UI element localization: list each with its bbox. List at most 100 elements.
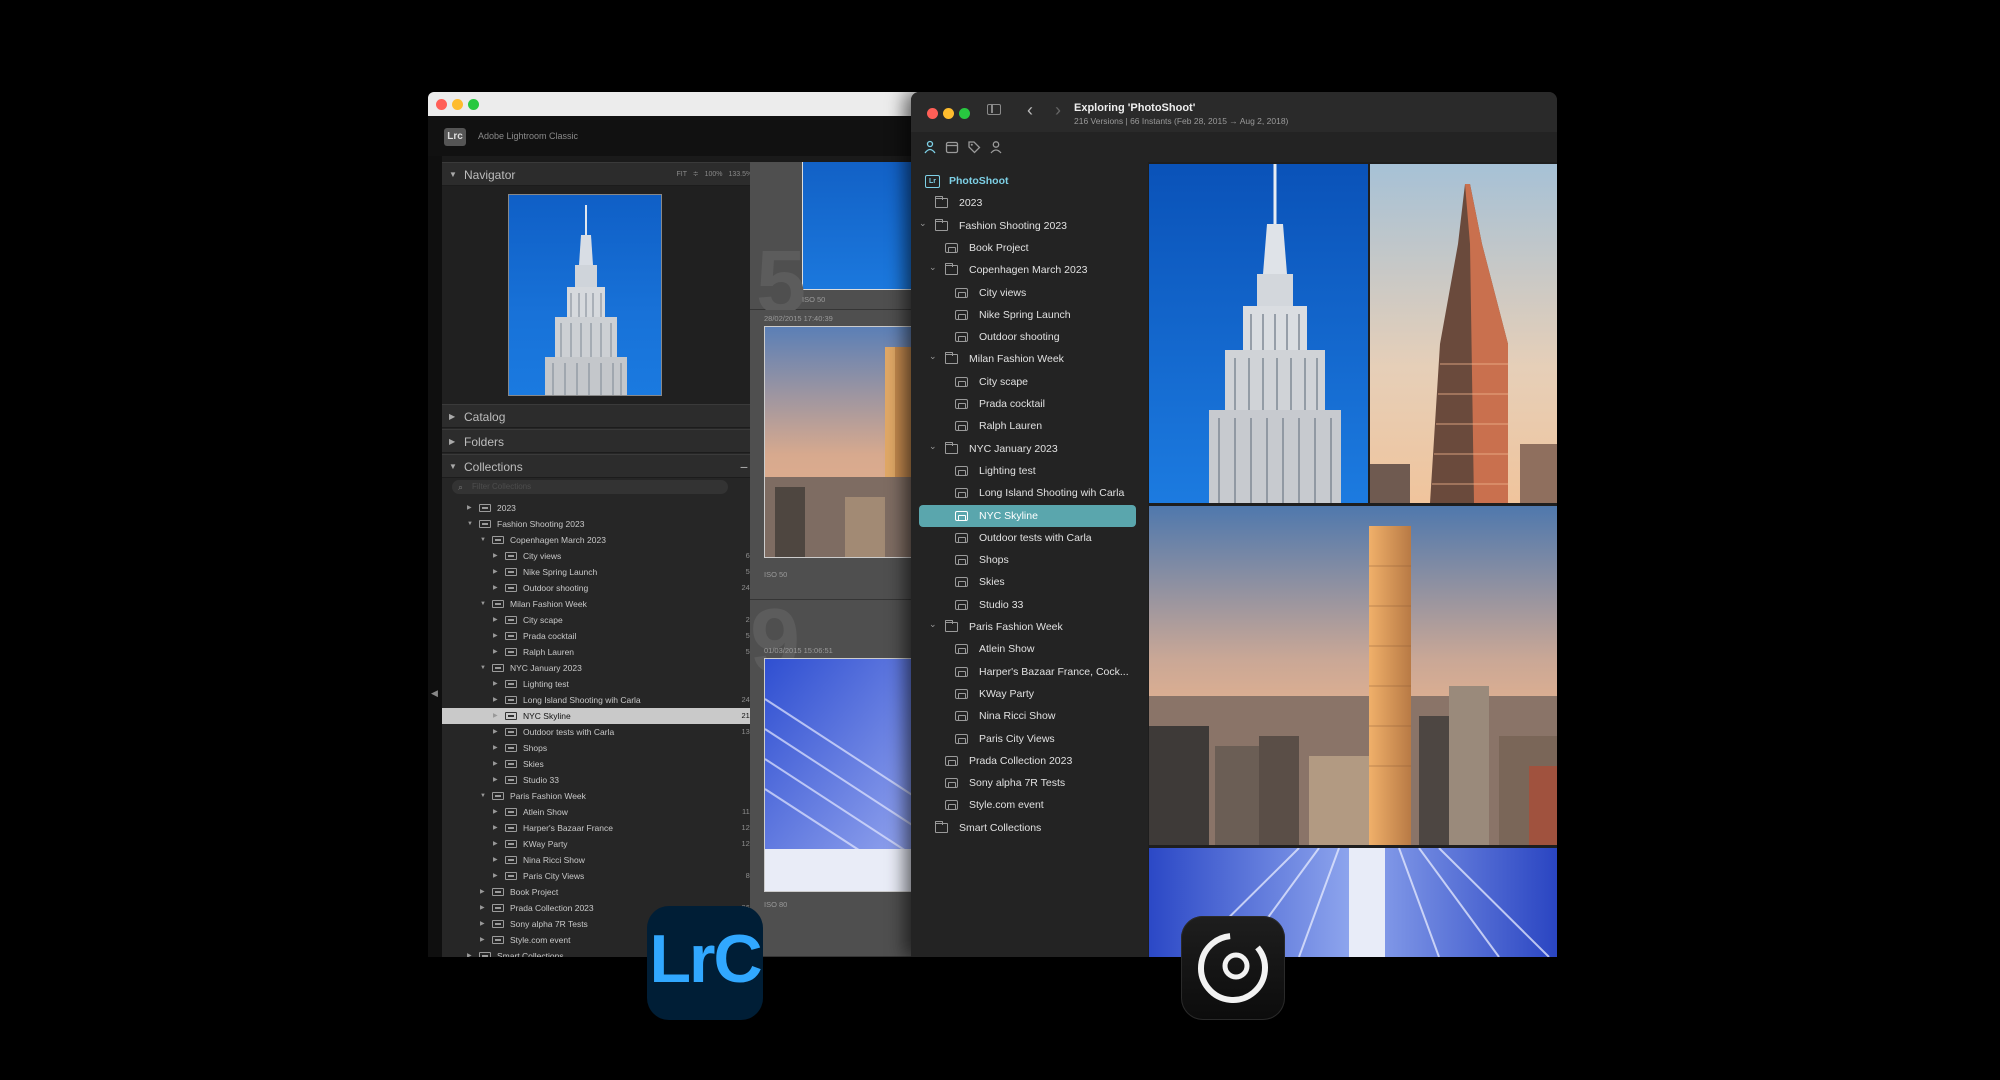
- navigator-preview[interactable]: [442, 186, 772, 404]
- collapsed-triangle-icon[interactable]: ▶: [493, 724, 498, 740]
- collapsed-triangle-icon[interactable]: ▶: [480, 884, 485, 900]
- album-row[interactable]: Ralph Lauren: [911, 415, 1148, 437]
- person-icon[interactable]: [989, 140, 1003, 154]
- album-row[interactable]: Prada cocktail: [911, 393, 1148, 415]
- album-row[interactable]: Smart Collections: [911, 817, 1148, 839]
- collection-row[interactable]: ▶ Long Island Shooting wih Carla 246: [442, 692, 772, 708]
- album-row[interactable]: ⌄ NYC January 2023: [911, 438, 1148, 460]
- collapsed-triangle-icon[interactable]: ▶: [493, 852, 498, 868]
- album-row[interactable]: Outdoor tests with Carla: [911, 527, 1148, 549]
- collection-row[interactable]: ▶Lighting test7: [442, 676, 772, 692]
- collection-row[interactable]: ▶Ralph Lauren51: [442, 644, 772, 660]
- album-row[interactable]: Sony alpha 7R Tests: [911, 772, 1148, 794]
- remove-collection-icon[interactable]: −: [740, 455, 748, 479]
- album-row[interactable]: Book Project: [911, 237, 1148, 259]
- collapsed-triangle-icon[interactable]: ▶: [493, 628, 498, 644]
- folders-header[interactable]: ▶ Folders +: [442, 429, 772, 453]
- chevron-down-icon[interactable]: ⌄: [919, 212, 927, 234]
- photo-one-vanderbilt[interactable]: [1370, 164, 1557, 503]
- collapsed-triangle-icon[interactable]: ▶: [493, 612, 498, 628]
- collection-row[interactable]: ▶Skies3: [442, 756, 772, 772]
- collection-row[interactable]: ▶ Atlein Show 114: [442, 804, 772, 820]
- album-row[interactable]: City scape: [911, 371, 1148, 393]
- album-row[interactable]: 2023: [911, 192, 1148, 214]
- minimize-button[interactable]: [452, 99, 463, 110]
- album-row[interactable]: Harper's Bazaar France, Cock...: [911, 661, 1148, 683]
- zoom-button[interactable]: [959, 108, 970, 119]
- collapsed-triangle-icon[interactable]: ▶: [467, 500, 472, 516]
- chevron-down-icon[interactable]: ⌄: [929, 435, 937, 457]
- expanded-triangle-icon[interactable]: ▼: [480, 788, 486, 804]
- photo-nyc-skyline[interactable]: [1149, 506, 1557, 845]
- tag-icon[interactable]: [967, 140, 981, 154]
- album-row[interactable]: Lr PhotoShoot: [911, 170, 1148, 192]
- collection-row[interactable]: ▼ Paris Fashion Week: [442, 788, 772, 804]
- collapsed-triangle-icon[interactable]: ▶: [480, 900, 485, 916]
- collapse-arrow-icon[interactable]: ◀: [431, 688, 438, 699]
- collapsed-triangle-icon[interactable]: ▶: [480, 916, 485, 932]
- collection-row[interactable]: ▼ NYC January 2023: [442, 660, 772, 676]
- collapsed-triangle-icon[interactable]: ▶: [493, 676, 498, 692]
- navigator-header[interactable]: ▼ Navigator FIT ≑ 100% 133.5% ≑: [442, 162, 772, 186]
- album-row[interactable]: Studio 33: [911, 594, 1148, 616]
- collection-row[interactable]: ▶Studio 332: [442, 772, 772, 788]
- chevron-down-icon[interactable]: ⌄: [929, 345, 937, 367]
- collection-row[interactable]: ▶ NYC Skyline 216: [442, 708, 772, 724]
- album-row[interactable]: Atlein Show: [911, 638, 1148, 660]
- navigator-thumbnail[interactable]: [508, 194, 662, 396]
- album-row[interactable]: Prada Collection 2023: [911, 750, 1148, 772]
- calendar-icon[interactable]: [945, 140, 959, 154]
- zoom-button[interactable]: [468, 99, 479, 110]
- collection-filter-input[interactable]: ⌕ Filter Collections: [452, 480, 728, 494]
- album-row[interactable]: City views: [911, 282, 1148, 304]
- collapsed-triangle-icon[interactable]: ▶: [493, 580, 498, 596]
- expanded-triangle-icon[interactable]: ▼: [467, 516, 473, 532]
- collection-row[interactable]: ▶ Outdoor tests with Carla 133: [442, 724, 772, 740]
- collection-row[interactable]: ▶City views62: [442, 548, 772, 564]
- collection-row[interactable]: ▶Paris City Views80: [442, 868, 772, 884]
- expanded-triangle-icon[interactable]: ▼: [480, 596, 486, 612]
- collection-row[interactable]: ▶Prada cocktail52: [442, 628, 772, 644]
- collapsed-triangle-icon[interactable]: ▶: [493, 708, 498, 724]
- collection-row[interactable]: ▼ Milan Fashion Week: [442, 596, 772, 612]
- album-row[interactable]: ⌄ Copenhagen March 2023: [911, 259, 1148, 281]
- album-row[interactable]: Nina Ricci Show: [911, 705, 1148, 727]
- collection-row[interactable]: ▶ Harper's Bazaar France 123: [442, 820, 772, 836]
- close-button[interactable]: [436, 99, 447, 110]
- collection-row[interactable]: ▼ Fashion Shooting 2023: [442, 516, 772, 532]
- collections-header[interactable]: ▼ Collections − +: [442, 454, 772, 478]
- close-button[interactable]: [927, 108, 938, 119]
- album-row[interactable]: NYC Skyline: [911, 504, 1148, 527]
- album-row[interactable]: Skies: [911, 571, 1148, 593]
- collection-row[interactable]: ▶Nina Ricci Show7: [442, 852, 772, 868]
- album-row[interactable]: Style.com event: [911, 794, 1148, 816]
- minimize-button[interactable]: [943, 108, 954, 119]
- collapsed-triangle-icon[interactable]: ▶: [480, 932, 485, 948]
- expanded-triangle-icon[interactable]: ▼: [480, 660, 486, 676]
- collection-row[interactable]: ▶Nike Spring Launch51: [442, 564, 772, 580]
- collapsed-triangle-icon[interactable]: ▶: [493, 868, 498, 884]
- album-row[interactable]: Outdoor shooting: [911, 326, 1148, 348]
- collection-row[interactable]: ▼ Copenhagen March 2023: [442, 532, 772, 548]
- collapsed-triangle-icon[interactable]: ▶: [493, 772, 498, 788]
- album-row[interactable]: ⌄ Fashion Shooting 2023: [911, 215, 1148, 237]
- collapsed-triangle-icon[interactable]: ▶: [493, 836, 498, 852]
- collapsed-triangle-icon[interactable]: ▶: [493, 692, 498, 708]
- collection-row[interactable]: ▶ KWay Party 120: [442, 836, 772, 852]
- collapsed-triangle-icon[interactable]: ▶: [493, 820, 498, 836]
- album-row[interactable]: ⌄ Paris Fashion Week: [911, 616, 1148, 638]
- collection-row[interactable]: ▶Shops4: [442, 740, 772, 756]
- collapsed-triangle-icon[interactable]: ▶: [493, 804, 498, 820]
- chevron-down-icon[interactable]: ⌄: [929, 256, 937, 278]
- collection-row[interactable]: ▶ 2023: [442, 500, 772, 516]
- collection-row[interactable]: ▶City scape22: [442, 612, 772, 628]
- collapsed-triangle-icon[interactable]: ▶: [493, 564, 498, 580]
- sidebar-toggle-icon[interactable]: [987, 104, 1001, 115]
- back-chevron-icon[interactable]: ‹: [1027, 100, 1033, 121]
- collapsed-triangle-icon[interactable]: ▶: [493, 548, 498, 564]
- album-row[interactable]: Lighting test: [911, 460, 1148, 482]
- collapsed-triangle-icon[interactable]: ▶: [493, 756, 498, 772]
- collection-row[interactable]: ▶ Outdoor shooting 248: [442, 580, 772, 596]
- catalog-header[interactable]: ▶ Catalog: [442, 404, 772, 428]
- people-icon[interactable]: [923, 140, 937, 154]
